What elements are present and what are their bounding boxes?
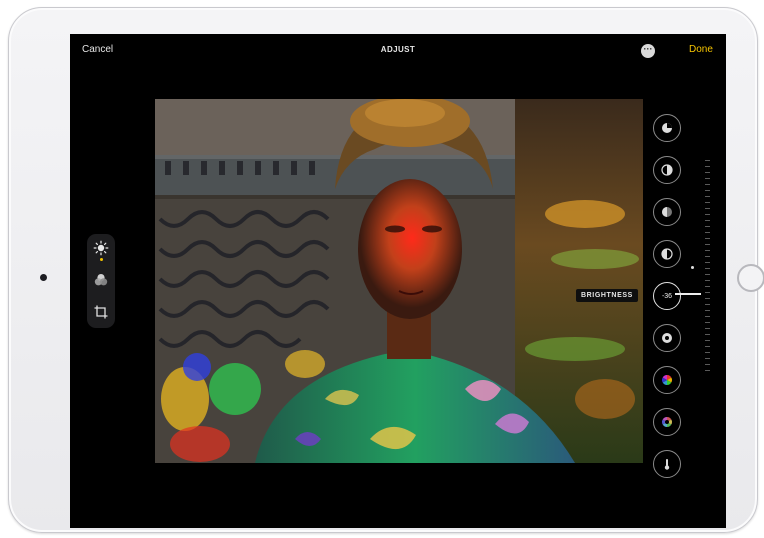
adjustments-panel: -36 (653, 114, 693, 484)
brightness-slider[interactable] (705, 160, 713, 376)
brightness-label: BRIGHTNESS (576, 289, 638, 302)
saturation-icon[interactable] (653, 366, 681, 394)
page-title: ADJUST (380, 45, 416, 54)
ipad-device: Cancel ADJUST ··· Done -36 BRIGHTNESS (8, 7, 764, 533)
black-point-icon[interactable] (653, 324, 681, 352)
crop-icon[interactable] (93, 304, 109, 320)
light-adjust-icon[interactable] (93, 240, 109, 256)
active-tool-indicator (100, 258, 103, 261)
warmth-icon[interactable] (653, 450, 681, 478)
brightness-value: -36 (661, 292, 673, 300)
brightness-control[interactable]: -36 (653, 282, 681, 310)
brilliance-icon[interactable] (653, 198, 681, 226)
slider-zero-dot (691, 266, 694, 269)
front-camera (40, 274, 47, 281)
exposure-icon[interactable] (653, 156, 681, 184)
done-button[interactable]: Done (689, 44, 713, 55)
photo-editor-screen: Cancel ADJUST ··· Done -36 BRIGHTNESS (70, 34, 726, 528)
home-button[interactable] (737, 264, 764, 292)
more-options-button[interactable]: ··· (641, 44, 655, 58)
vibrance-icon[interactable] (653, 408, 681, 436)
auto-adjust-icon[interactable] (653, 114, 681, 142)
filters-icon[interactable] (93, 272, 109, 288)
edit-tools-bar (87, 234, 115, 328)
top-bar: Cancel ADJUST ··· Done (70, 34, 726, 66)
slider-position-marker (675, 293, 701, 295)
edited-photo[interactable] (155, 99, 643, 463)
highlights-icon[interactable] (653, 240, 681, 268)
